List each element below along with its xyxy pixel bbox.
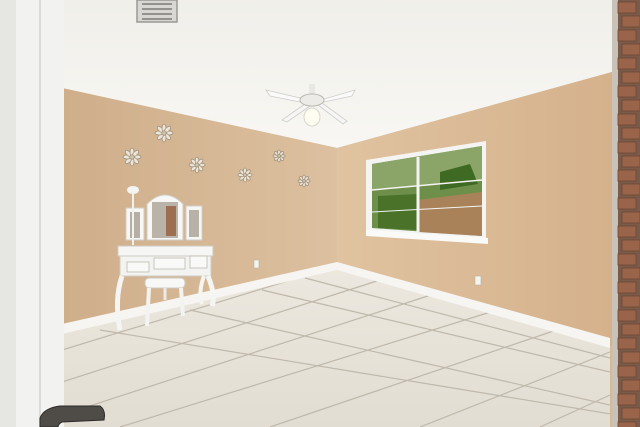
flower-icon	[188, 156, 206, 174]
brick	[617, 421, 637, 427]
brick	[617, 225, 637, 238]
brick	[621, 155, 640, 168]
brick	[621, 379, 640, 392]
brick	[617, 29, 637, 42]
brick	[617, 85, 637, 98]
door-frame	[0, 0, 64, 427]
flower-icon	[122, 147, 142, 167]
room-photo	[0, 0, 640, 427]
brick	[617, 393, 637, 406]
brick	[617, 281, 637, 294]
brick	[617, 365, 637, 378]
brick	[621, 127, 640, 140]
brick	[617, 309, 637, 322]
brick	[621, 183, 640, 196]
brick	[617, 253, 637, 266]
brick	[621, 43, 640, 56]
brick	[621, 295, 640, 308]
flower-icon	[272, 149, 286, 163]
brick	[621, 71, 640, 84]
outlet-icon	[474, 275, 482, 286]
brick	[621, 99, 640, 112]
vent-icon	[136, 0, 178, 23]
outlet-icon	[253, 259, 260, 269]
brick	[621, 351, 640, 364]
flower-icon	[154, 123, 174, 143]
brick	[621, 267, 640, 280]
brick	[617, 197, 637, 210]
brick	[621, 323, 640, 336]
brick	[617, 1, 637, 14]
flower-icon	[297, 174, 311, 188]
brick	[617, 141, 637, 154]
brick-edge	[612, 0, 640, 427]
brick	[621, 15, 640, 28]
brick	[621, 211, 640, 224]
brick	[621, 407, 640, 420]
flower-icon	[237, 167, 253, 183]
brick	[617, 337, 637, 350]
room-illustration	[0, 0, 640, 427]
brick	[617, 57, 637, 70]
brick	[617, 113, 637, 126]
brick	[617, 169, 637, 182]
brick	[621, 239, 640, 252]
